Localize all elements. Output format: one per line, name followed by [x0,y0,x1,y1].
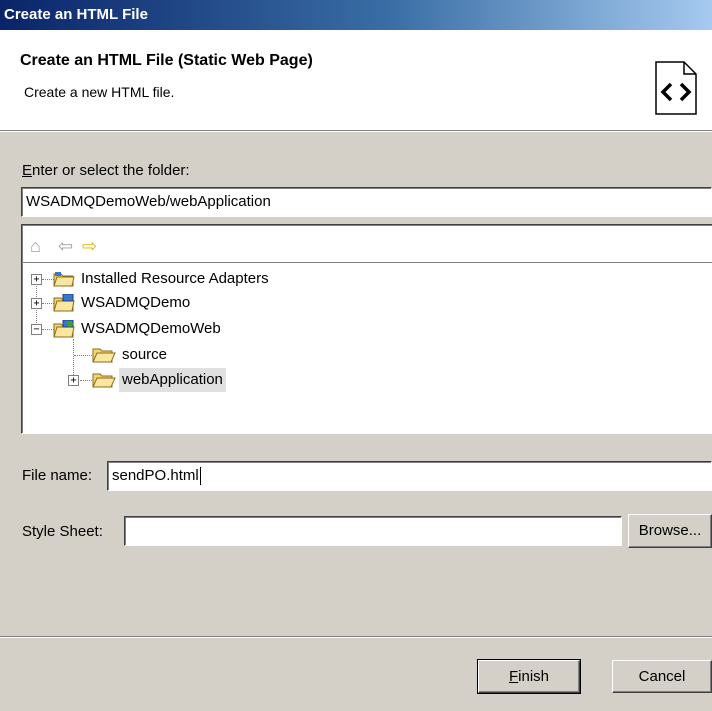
browse-button[interactable]: Browse... [628,514,712,548]
style-sheet-label: Style Sheet: [22,523,103,540]
folder-icon [53,272,75,287]
web-project-folder-icon [53,320,75,338]
file-name-label: File name: [22,467,93,484]
tree-item-wsadmqdemo[interactable]: + WSADMQDemo [22,291,712,315]
folder-icon [92,373,116,388]
html-file-icon [655,61,697,115]
tree-item-webapplication[interactable]: + webApplication [22,368,712,392]
forward-arrow-icon[interactable]: ⇨ [82,235,97,257]
file-name-input[interactable]: sendPO.html [107,461,712,491]
footer-separator [0,636,712,638]
project-folder-icon [53,294,75,312]
tree-item-wsadmqdemoweb[interactable]: − WSADMQDemoWeb [22,317,712,341]
folder-input[interactable]: WSADMQDemoWeb/webApplication [21,187,712,217]
wizard-banner [0,30,712,130]
tree-item-label: WSADMQDemoWeb [81,320,221,337]
banner-description: Create a new HTML file. [24,84,175,100]
tree-toolbar-separator [22,262,712,263]
banner-title: Create an HTML File (Static Web Page) [20,52,313,69]
banner-separator [0,130,712,132]
tree-item-label: source [122,346,168,363]
tree-item-label: webApplication [119,368,226,392]
folder-icon [92,348,116,363]
text-cursor [199,467,201,486]
folder-label: Enter or select the folder: [22,162,190,179]
tree-item-label: Installed Resource Adapters [81,270,269,287]
title-bar: Create an HTML File [0,0,712,30]
folder-tree[interactable]: ⌂ ⇦ ⇨ + Installed Resource Adapters + WS… [21,224,712,434]
style-sheet-input[interactable] [124,516,622,546]
tree-item-source[interactable]: source [22,343,712,367]
finish-button[interactable]: Finish [477,659,581,694]
collapse-icon[interactable]: − [31,324,42,335]
expand-icon[interactable]: + [68,375,79,386]
home-icon: ⌂ [30,236,41,256]
tree-item-label: WSADMQDemo [81,294,191,311]
back-arrow-icon: ⇦ [58,236,74,256]
expand-icon[interactable]: + [31,274,42,285]
cancel-button[interactable]: Cancel [612,660,712,693]
window-title: Create an HTML File [4,6,148,23]
expand-icon[interactable]: + [31,298,42,309]
tree-item-installed-resource-adapters[interactable]: + Installed Resource Adapters [22,267,712,291]
